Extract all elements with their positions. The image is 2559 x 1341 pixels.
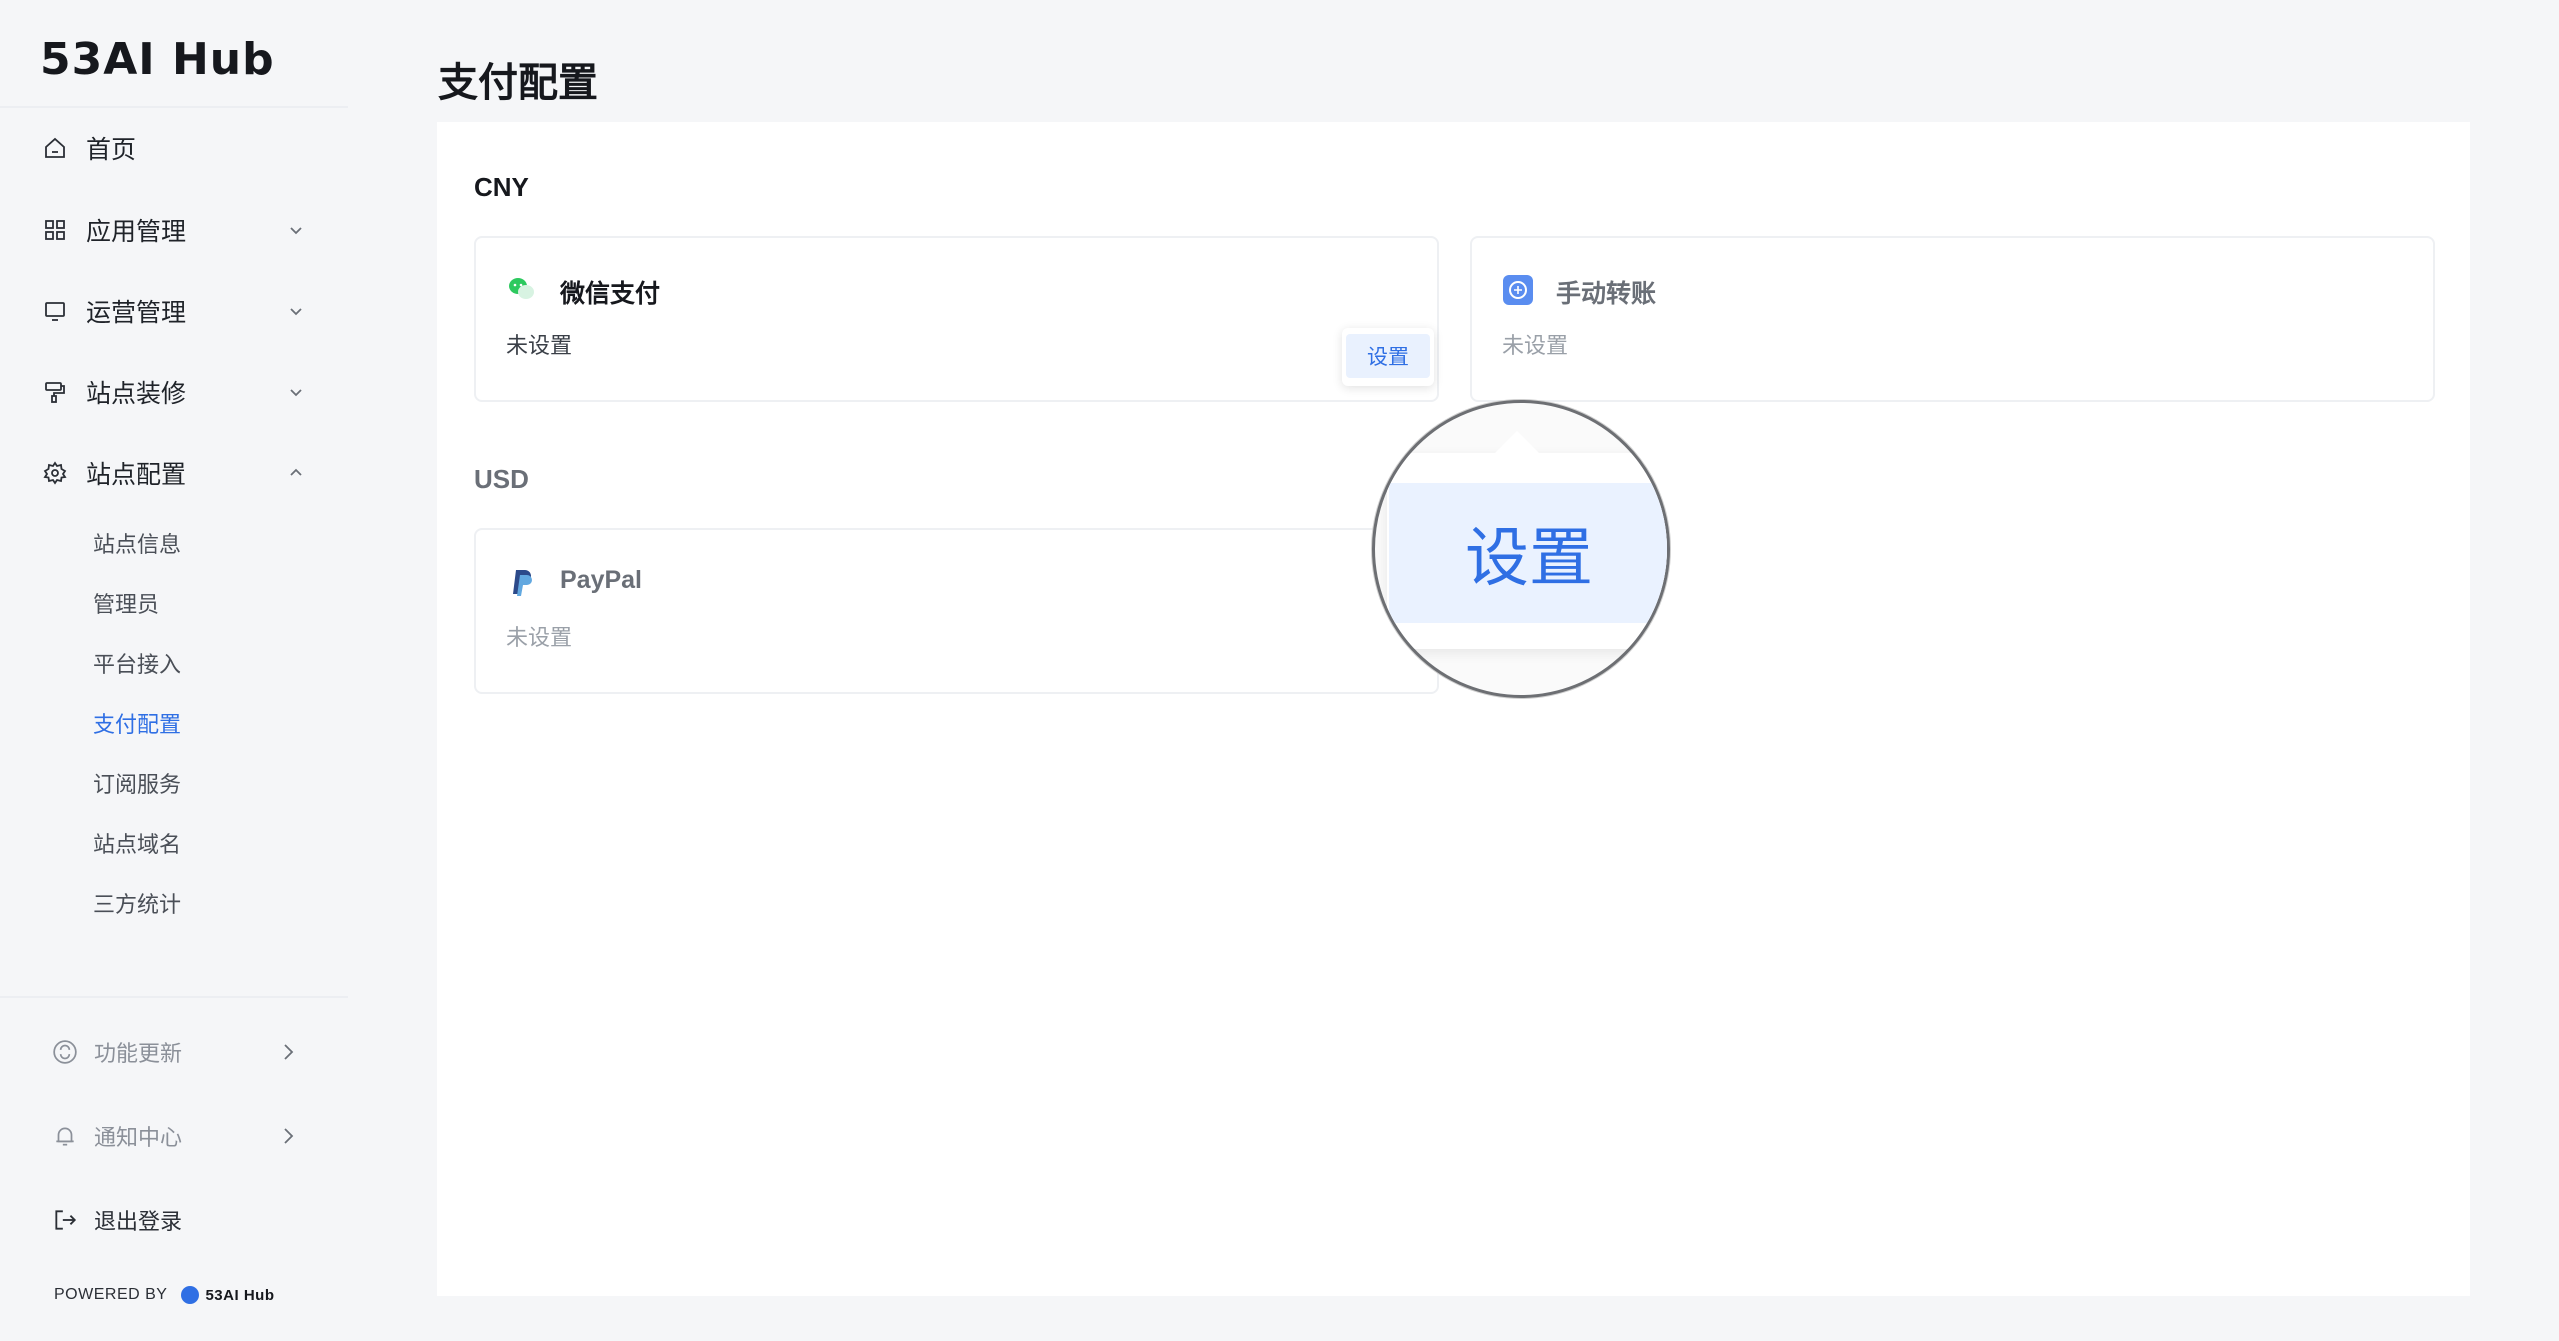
payment-card-wechat[interactable]: 微信支付 未设置 <box>474 236 1439 402</box>
logout-button[interactable]: 退出登录 <box>50 1192 300 1248</box>
feature-updates-button[interactable]: 功能更新 <box>50 1024 300 1080</box>
sidebar-item-label: 运营管理 <box>86 299 187 327</box>
sidebar-subitem-subscription[interactable]: 订阅服务 <box>93 758 181 808</box>
chevron-down-icon <box>290 227 302 235</box>
feature-updates-label: 功能更新 <box>94 1041 183 1066</box>
notification-center-button[interactable]: 通知中心 <box>50 1108 300 1164</box>
chevron-down-icon <box>290 308 302 316</box>
popover-arrow <box>1382 318 1402 328</box>
payment-card-manual-transfer[interactable]: 手动转账 未设置 <box>1470 236 2435 402</box>
sidebar-subitem-analytics[interactable]: 三方统计 <box>93 878 181 928</box>
chevron-right-icon <box>284 1044 294 1060</box>
sidebar-item-site-config[interactable]: 站点配置 <box>40 443 308 503</box>
monitor-icon <box>40 296 70 326</box>
home-icon <box>40 133 70 163</box>
chevron-down-icon <box>290 389 302 397</box>
sidebar-item-app-management[interactable]: 应用管理 <box>40 200 308 260</box>
paint-roller-icon <box>40 377 70 407</box>
sidebar-subitem-platform-access[interactable]: 平台接入 <box>93 638 181 688</box>
transfer-icon <box>1502 274 1533 305</box>
sidebar: 53AI Hub 首页 应用管理 运营管理 站点装修 站点配置 站点信息 管理员… <box>0 0 348 1341</box>
sidebar-subitem-payment-config[interactable]: 支付配置 <box>93 698 181 748</box>
powered-by: POWERED BY 53AI Hub <box>54 1286 274 1304</box>
payment-card-status: 未设置 <box>506 625 573 650</box>
sidebar-item-label: 站点装修 <box>86 380 187 408</box>
sidebar-item-home[interactable]: 首页 <box>40 118 308 178</box>
sidebar-divider <box>0 996 348 998</box>
payment-card-status: 未设置 <box>1502 333 1569 358</box>
payment-card-name: 手动转账 <box>1556 280 1657 308</box>
logout-icon <box>50 1205 80 1235</box>
payment-panel: CNY 微信支付 未设置 手动转账 未设置 USD PayPal 未设置 <box>437 122 2470 1296</box>
chevron-up-icon <box>290 468 302 476</box>
zoom-magnifier: 设置 <box>1372 400 1670 698</box>
notification-center-label: 通知中心 <box>94 1125 183 1150</box>
sidebar-subitem-domain[interactable]: 站点域名 <box>93 818 181 868</box>
gear-icon <box>40 458 70 488</box>
paypal-icon <box>506 566 536 596</box>
powered-by-text: POWERED BY <box>54 1286 168 1303</box>
sidebar-item-label: 站点配置 <box>86 461 187 489</box>
payment-card-status: 未设置 <box>506 333 573 358</box>
settings-popover: 设置 <box>1342 328 1434 386</box>
magnified-settings-button: 设置 <box>1389 483 1667 623</box>
payment-card-paypal[interactable]: PayPal 未设置 <box>474 528 1439 694</box>
sidebar-item-site-decoration[interactable]: 站点装修 <box>40 362 308 422</box>
chevron-right-icon <box>284 1128 294 1144</box>
settings-button[interactable]: 设置 <box>1346 334 1430 378</box>
sidebar-divider <box>0 106 348 108</box>
app: 53AI Hub 首页 应用管理 运营管理 站点装修 站点配置 站点信息 管理员… <box>0 0 2559 1341</box>
section-title-cny: CNY <box>474 172 529 202</box>
app-logo[interactable]: 53AI Hub <box>40 34 275 85</box>
page-title: 支付配置 <box>438 61 598 105</box>
powered-by-logo[interactable]: 53AI Hub <box>181 1286 274 1304</box>
sidebar-subitem-site-info[interactable]: 站点信息 <box>93 518 181 568</box>
payment-card-name: PayPal <box>560 566 643 594</box>
logo-mark-icon <box>181 1286 200 1304</box>
sidebar-subitem-admins[interactable]: 管理员 <box>93 578 159 628</box>
sidebar-item-ops-management[interactable]: 运营管理 <box>40 281 308 341</box>
grid-icon <box>40 215 70 245</box>
logout-label: 退出登录 <box>94 1209 183 1234</box>
sidebar-item-label: 应用管理 <box>86 218 187 246</box>
payment-card-name: 微信支付 <box>560 280 661 308</box>
magnified-popover-arrow <box>1495 431 1539 453</box>
powered-by-logo-text: 53AI Hub <box>205 1286 275 1304</box>
bell-icon <box>50 1121 80 1151</box>
sidebar-item-label: 首页 <box>86 136 137 164</box>
wechat-pay-icon <box>506 274 536 304</box>
refresh-icon <box>50 1037 80 1067</box>
section-title-usd: USD <box>474 464 529 494</box>
